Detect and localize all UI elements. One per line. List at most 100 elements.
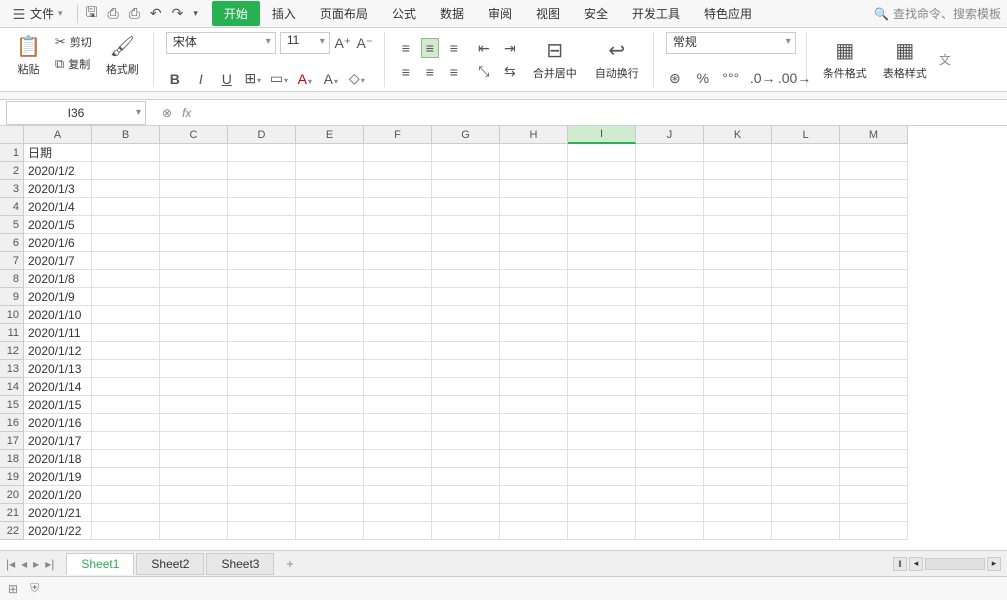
cell-M18[interactable] <box>840 450 908 468</box>
align-center-icon[interactable]: ≡ <box>421 62 439 82</box>
row-header-19[interactable]: 19 <box>0 468 24 486</box>
cell-I11[interactable] <box>568 324 636 342</box>
cell-E2[interactable] <box>296 162 364 180</box>
align-top-center-icon[interactable]: ≡ <box>421 38 439 58</box>
cell-E9[interactable] <box>296 288 364 306</box>
cell-F8[interactable] <box>364 270 432 288</box>
file-menu[interactable]: 文件 ▾ <box>6 3 69 24</box>
cell-J4[interactable] <box>636 198 704 216</box>
cell-E15[interactable] <box>296 396 364 414</box>
cell-J11[interactable] <box>636 324 704 342</box>
cell-M12[interactable] <box>840 342 908 360</box>
cell-C3[interactable] <box>160 180 228 198</box>
cell-I22[interactable] <box>568 522 636 540</box>
cell-E18[interactable] <box>296 450 364 468</box>
cell-F14[interactable] <box>364 378 432 396</box>
cell-D2[interactable] <box>228 162 296 180</box>
chevron-down-icon[interactable]: ▾ <box>193 8 198 19</box>
cell-B21[interactable] <box>92 504 160 522</box>
cell-D10[interactable] <box>228 306 296 324</box>
cell-L17[interactable] <box>772 432 840 450</box>
cell-J8[interactable] <box>636 270 704 288</box>
percent-icon[interactable]: % <box>694 70 712 87</box>
cell-M13[interactable] <box>840 360 908 378</box>
cell-H5[interactable] <box>500 216 568 234</box>
cell-F3[interactable] <box>364 180 432 198</box>
row-header-6[interactable]: 6 <box>0 234 24 252</box>
cell-F10[interactable] <box>364 306 432 324</box>
cell-A18[interactable]: 2020/1/18 <box>24 450 92 468</box>
cell-B3[interactable] <box>92 180 160 198</box>
cell-F11[interactable] <box>364 324 432 342</box>
cell-E3[interactable] <box>296 180 364 198</box>
cell-K10[interactable] <box>704 306 772 324</box>
decrease-indent-icon[interactable]: ⇤ <box>475 40 493 57</box>
cell-C15[interactable] <box>160 396 228 414</box>
cell-E8[interactable] <box>296 270 364 288</box>
cell-H16[interactable] <box>500 414 568 432</box>
cell-K6[interactable] <box>704 234 772 252</box>
cell-D18[interactable] <box>228 450 296 468</box>
cell-A20[interactable]: 2020/1/20 <box>24 486 92 504</box>
cell-J14[interactable] <box>636 378 704 396</box>
row-header-3[interactable]: 3 <box>0 180 24 198</box>
row-header-17[interactable]: 17 <box>0 432 24 450</box>
cell-C16[interactable] <box>160 414 228 432</box>
cell-G19[interactable] <box>432 468 500 486</box>
cell-G14[interactable] <box>432 378 500 396</box>
cell-C21[interactable] <box>160 504 228 522</box>
cell-B14[interactable] <box>92 378 160 396</box>
cell-A8[interactable]: 2020/1/8 <box>24 270 92 288</box>
column-header-F[interactable]: F <box>364 126 432 144</box>
cell-K9[interactable] <box>704 288 772 306</box>
cell-A2[interactable]: 2020/1/2 <box>24 162 92 180</box>
cell-J21[interactable] <box>636 504 704 522</box>
cell-B4[interactable] <box>92 198 160 216</box>
cell-A12[interactable]: 2020/1/12 <box>24 342 92 360</box>
cell-B19[interactable] <box>92 468 160 486</box>
cell-M10[interactable] <box>840 306 908 324</box>
cell-M7[interactable] <box>840 252 908 270</box>
cell-F20[interactable] <box>364 486 432 504</box>
cell-C10[interactable] <box>160 306 228 324</box>
cell-I6[interactable] <box>568 234 636 252</box>
cell-K20[interactable] <box>704 486 772 504</box>
cell-I5[interactable] <box>568 216 636 234</box>
align-top-right-icon[interactable]: ≡ <box>445 38 463 58</box>
cell-A19[interactable]: 2020/1/19 <box>24 468 92 486</box>
row-header-16[interactable]: 16 <box>0 414 24 432</box>
cell-K18[interactable] <box>704 450 772 468</box>
cell-C8[interactable] <box>160 270 228 288</box>
cell-G15[interactable] <box>432 396 500 414</box>
cell-F17[interactable] <box>364 432 432 450</box>
cell-K7[interactable] <box>704 252 772 270</box>
cell-H19[interactable] <box>500 468 568 486</box>
cell-J6[interactable] <box>636 234 704 252</box>
cell-K14[interactable] <box>704 378 772 396</box>
cell-L3[interactable] <box>772 180 840 198</box>
formula-input[interactable] <box>201 101 1007 125</box>
cell-G6[interactable] <box>432 234 500 252</box>
cell-G18[interactable] <box>432 450 500 468</box>
column-header-G[interactable]: G <box>432 126 500 144</box>
cell-H20[interactable] <box>500 486 568 504</box>
decrease-font-icon[interactable]: A⁻ <box>356 35 374 52</box>
cell-F19[interactable] <box>364 468 432 486</box>
cell-L2[interactable] <box>772 162 840 180</box>
cell-A10[interactable]: 2020/1/10 <box>24 306 92 324</box>
cell-D17[interactable] <box>228 432 296 450</box>
orientation-icon[interactable]: ⤡ <box>475 63 493 80</box>
cell-H17[interactable] <box>500 432 568 450</box>
cell-M1[interactable] <box>840 144 908 162</box>
cell-C20[interactable] <box>160 486 228 504</box>
cell-G22[interactable] <box>432 522 500 540</box>
italic-button[interactable]: I <box>192 71 210 87</box>
cell-J18[interactable] <box>636 450 704 468</box>
cell-I12[interactable] <box>568 342 636 360</box>
column-header-B[interactable]: B <box>92 126 160 144</box>
cell-E22[interactable] <box>296 522 364 540</box>
cell-C1[interactable] <box>160 144 228 162</box>
cell-M20[interactable] <box>840 486 908 504</box>
cell-F12[interactable] <box>364 342 432 360</box>
cell-B9[interactable] <box>92 288 160 306</box>
